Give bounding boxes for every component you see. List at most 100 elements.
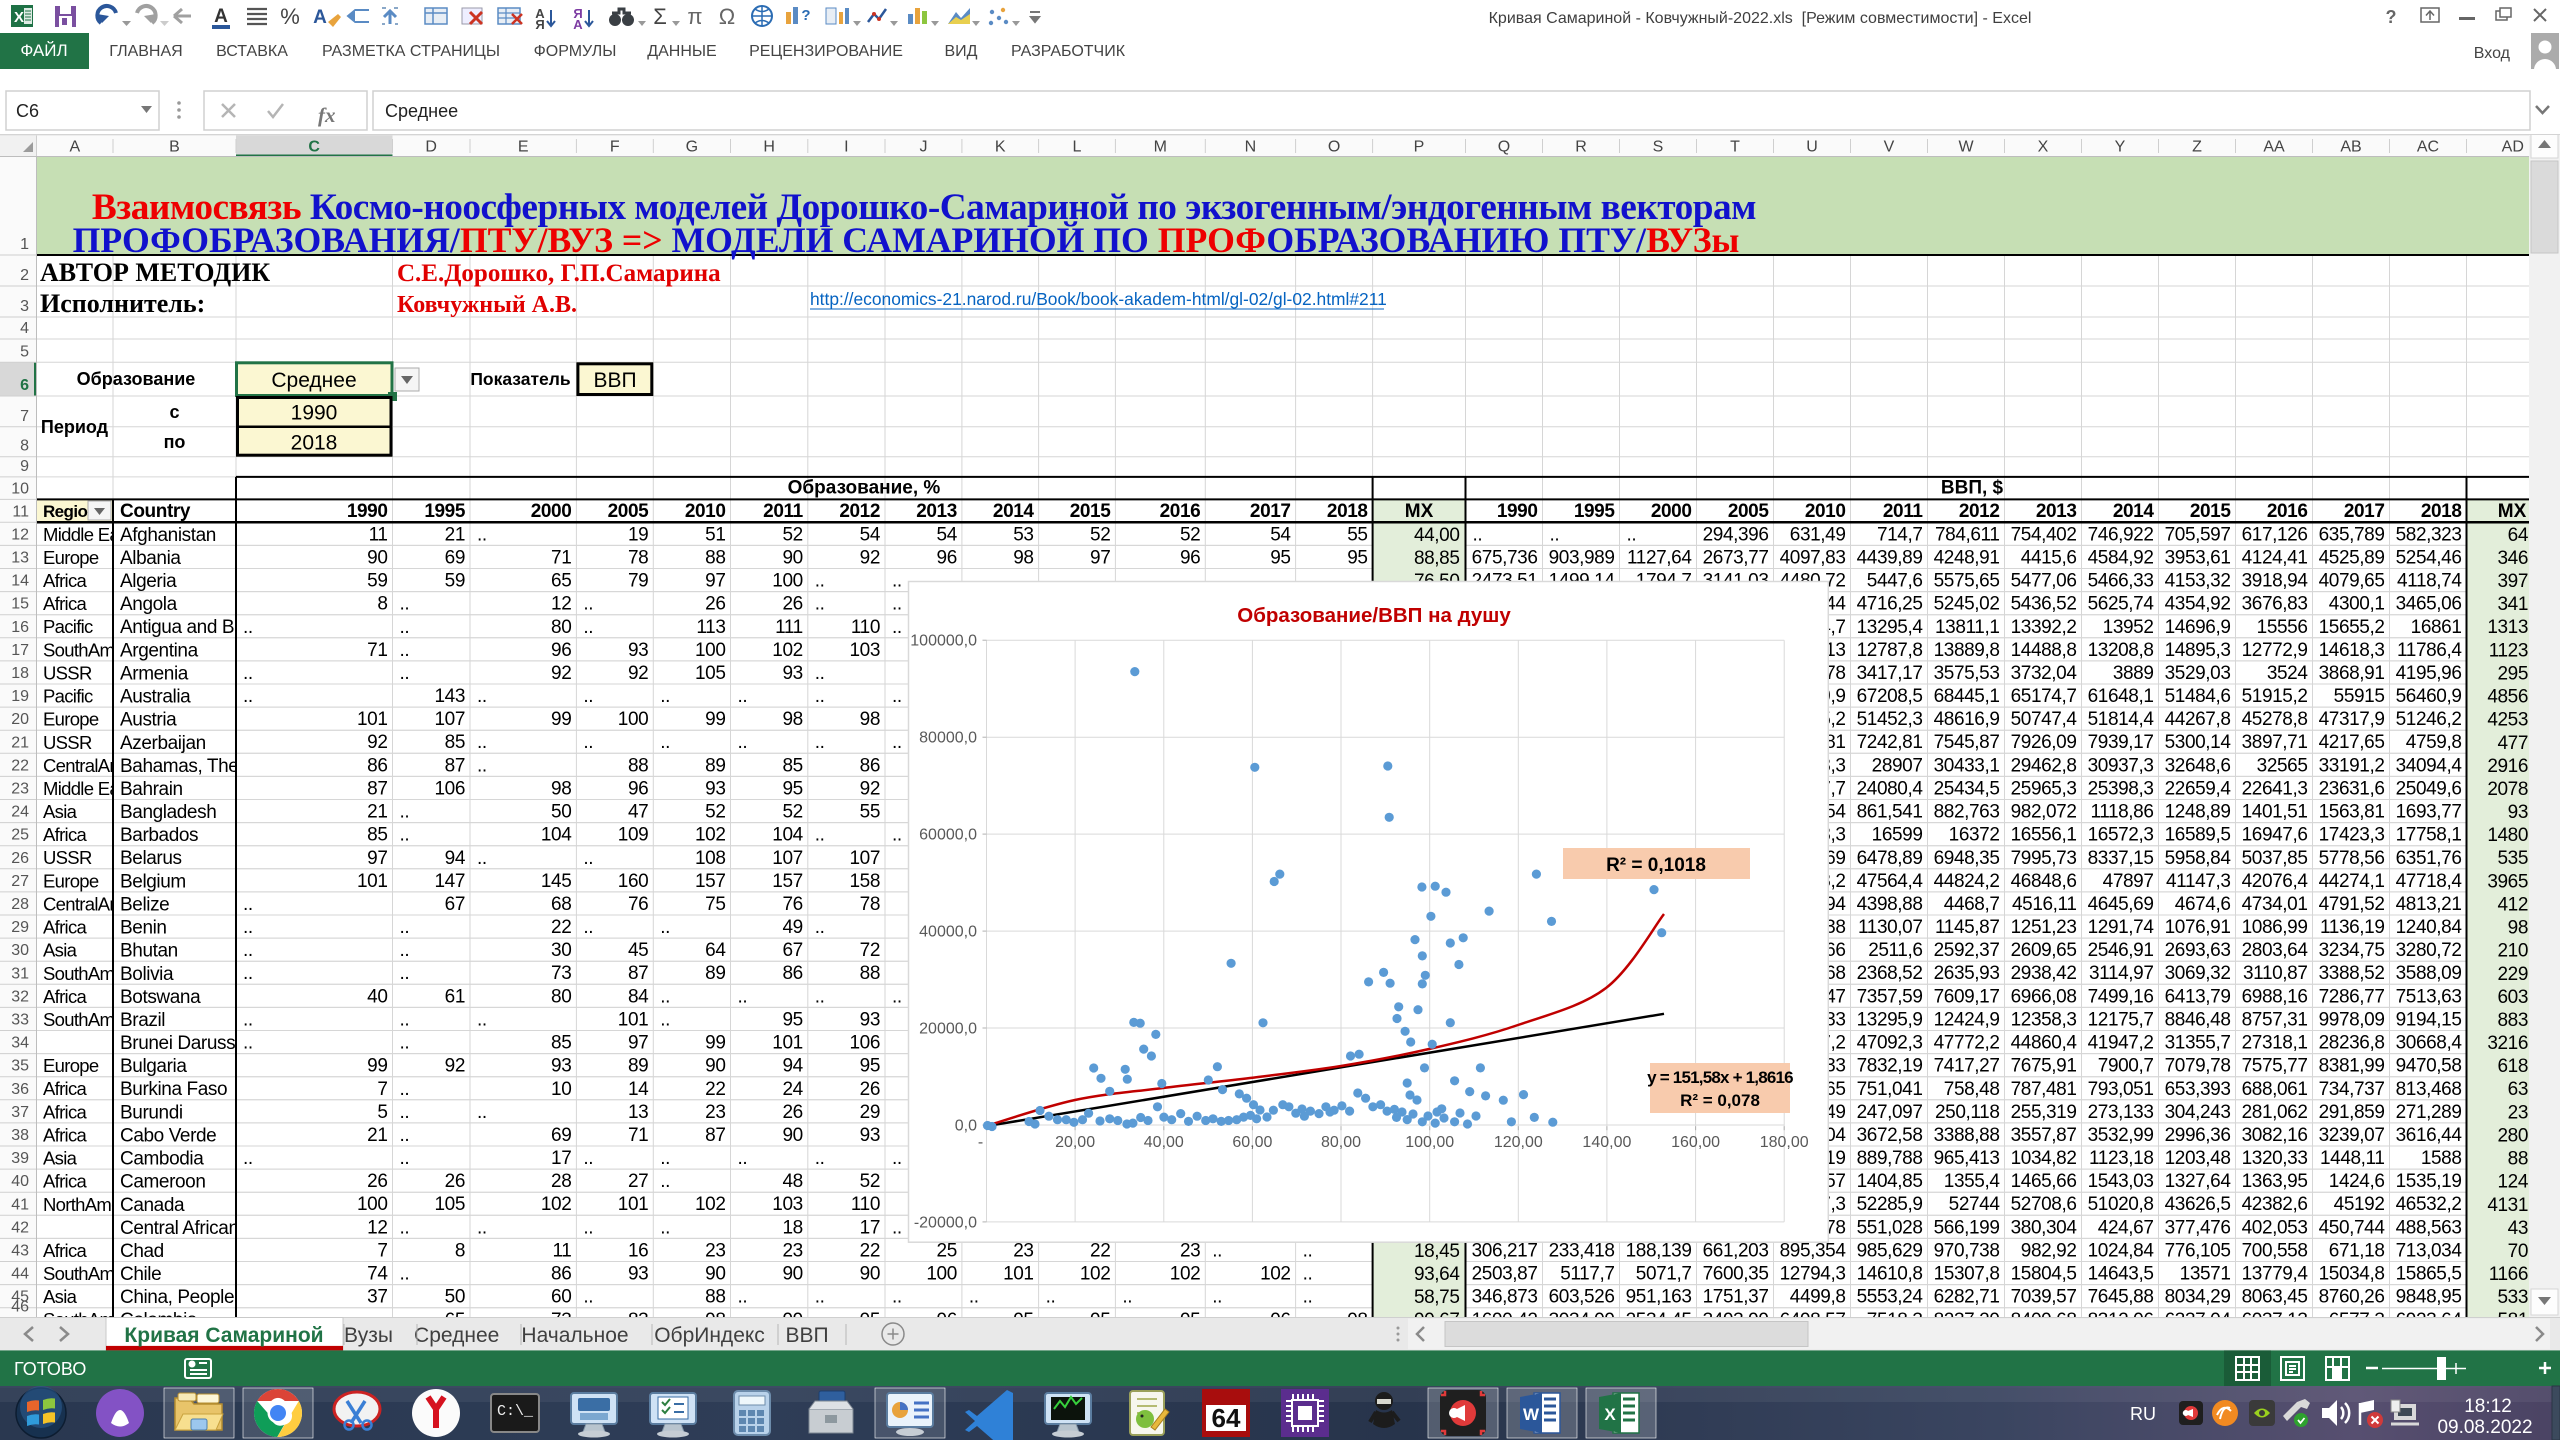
svg-text:7545,87: 7545,87 [1934,732,2000,753]
svg-text:8760,26: 8760,26 [2319,1287,2385,1308]
svg-text:Вузы: Вузы [344,1324,393,1347]
svg-text:14488,8: 14488,8 [2011,640,2077,661]
svg-text:21: 21 [367,802,387,823]
svg-text:88,85: 88,85 [1414,548,1460,569]
svg-text:140,00: 140,00 [1582,1134,1631,1151]
svg-text:28: 28 [551,1171,571,1192]
svg-text:2018: 2018 [1327,501,1368,522]
svg-text:4499,8: 4499,8 [1790,1287,1846,1308]
svg-text:12358,3: 12358,3 [2011,1010,2077,1031]
svg-text:100: 100 [695,640,726,661]
svg-text:18,45: 18,45 [1414,1241,1460,1262]
svg-text:2015: 2015 [1070,501,1112,522]
svg-text:44274,1: 44274,1 [2319,871,2385,892]
svg-text:89: 89 [705,963,725,984]
svg-text:Afghanistan: Afghanistan [120,525,216,546]
svg-text:13208,8: 13208,8 [2088,640,2154,661]
svg-text:2010: 2010 [1805,501,1846,522]
svg-text:B: B [169,139,180,156]
svg-text:101: 101 [618,1194,649,1215]
svg-text:76: 76 [628,894,648,915]
svg-text:72: 72 [860,940,880,961]
svg-text:2000: 2000 [1651,501,1692,522]
svg-text:3110,87: 3110,87 [2243,963,2307,984]
svg-text:10: 10 [11,480,29,497]
svg-text:3672,58: 3672,58 [1857,1125,1923,1146]
svg-text:3532,99: 3532,99 [2088,1125,2154,1146]
svg-text:291,859: 291,859 [2319,1102,2385,1123]
svg-text:100: 100 [357,1194,388,1215]
svg-text:87: 87 [445,755,465,776]
svg-text:9194,15: 9194,15 [2396,1010,2462,1031]
svg-text:99: 99 [551,709,571,730]
svg-text:..: .. [660,1148,670,1169]
svg-text:30668,4: 30668,4 [2396,1033,2463,1054]
svg-text:2017: 2017 [2344,501,2385,522]
svg-text:?: ? [2386,7,2397,27]
svg-text:Azerbaijan: Azerbaijan [120,733,206,754]
svg-text:3868,91: 3868,91 [2319,663,2385,684]
svg-text:USSR: USSR [43,732,92,753]
svg-text:43626,5: 43626,5 [2165,1194,2231,1215]
svg-text:2015: 2015 [2190,501,2232,522]
svg-text:2010: 2010 [685,501,726,522]
svg-text:28236,8: 28236,8 [2319,1033,2385,1054]
svg-text:688,061: 688,061 [2242,1079,2308,1100]
svg-text:O: O [1328,139,1340,156]
svg-text:Belarus: Belarus [120,848,182,869]
svg-text:51246,2: 51246,2 [2396,709,2462,730]
svg-text:74: 74 [367,1264,388,1285]
svg-text:3953,61: 3953,61 [2165,548,2231,569]
svg-text:95: 95 [1347,548,1367,569]
svg-text:3234,75: 3234,75 [2319,940,2385,961]
svg-text:4253: 4253 [2487,710,2528,731]
svg-text:52: 52 [1180,524,1200,545]
svg-text:Burkina Faso: Burkina Faso [120,1079,227,1100]
svg-text:2012: 2012 [839,501,880,522]
svg-text:..: .. [660,1010,670,1031]
svg-text:88: 88 [2508,1149,2528,1170]
svg-text:158: 158 [849,871,880,892]
svg-text:..: .. [400,1217,410,1238]
svg-text:6966,08: 6966,08 [2011,986,2077,1007]
svg-text:13952: 13952 [2103,617,2154,638]
svg-text:95: 95 [1270,548,1290,569]
svg-text:99: 99 [705,709,725,730]
svg-text:3918,94: 3918,94 [2242,571,2309,592]
svg-text:71: 71 [551,548,571,569]
svg-text:97: 97 [367,848,387,869]
svg-text:РЕЦЕНЗИРОВАНИЕ: РЕЦЕНЗИРОВАНИЕ [749,43,903,60]
svg-text:603: 603 [2497,987,2528,1008]
svg-text:551,028: 551,028 [1857,1217,1923,1238]
svg-text:25965,3: 25965,3 [2011,779,2077,800]
svg-text:93: 93 [551,1056,571,1077]
svg-text:..: .. [660,917,670,938]
svg-text:2: 2 [20,267,29,284]
svg-text:..: .. [738,686,748,707]
svg-text:52: 52 [782,524,802,545]
svg-text:27: 27 [628,1171,648,1192]
svg-text:23: 23 [11,781,29,798]
svg-text:..: .. [400,825,410,846]
svg-text:Y: Y [2115,139,2126,156]
svg-text:4791,52: 4791,52 [2319,894,2385,915]
svg-text:776,105: 776,105 [2165,1241,2231,1262]
svg-text:105: 105 [434,1194,465,1215]
svg-text:3557,87: 3557,87 [2011,1125,2077,1146]
svg-text:Europe: Europe [43,709,99,730]
svg-text:985,629: 985,629 [1857,1241,1923,1262]
svg-text:6988,16: 6988,16 [2242,986,2308,1007]
svg-text:69: 69 [551,1125,571,1146]
svg-text:78: 78 [860,894,880,915]
svg-text:55: 55 [860,802,880,823]
svg-text:2916: 2916 [2487,756,2528,777]
svg-text:982,072: 982,072 [2011,802,2077,823]
svg-text:5254,46: 5254,46 [2396,548,2462,569]
svg-text:11: 11 [12,503,29,520]
svg-text:..: .. [1627,524,1637,545]
svg-text:92: 92 [367,732,387,753]
svg-text:143: 143 [434,686,465,707]
svg-text:16556,1: 16556,1 [2011,825,2077,846]
svg-text:100000,0: 100000,0 [910,633,977,650]
svg-text:6948,35: 6948,35 [1934,848,2000,869]
